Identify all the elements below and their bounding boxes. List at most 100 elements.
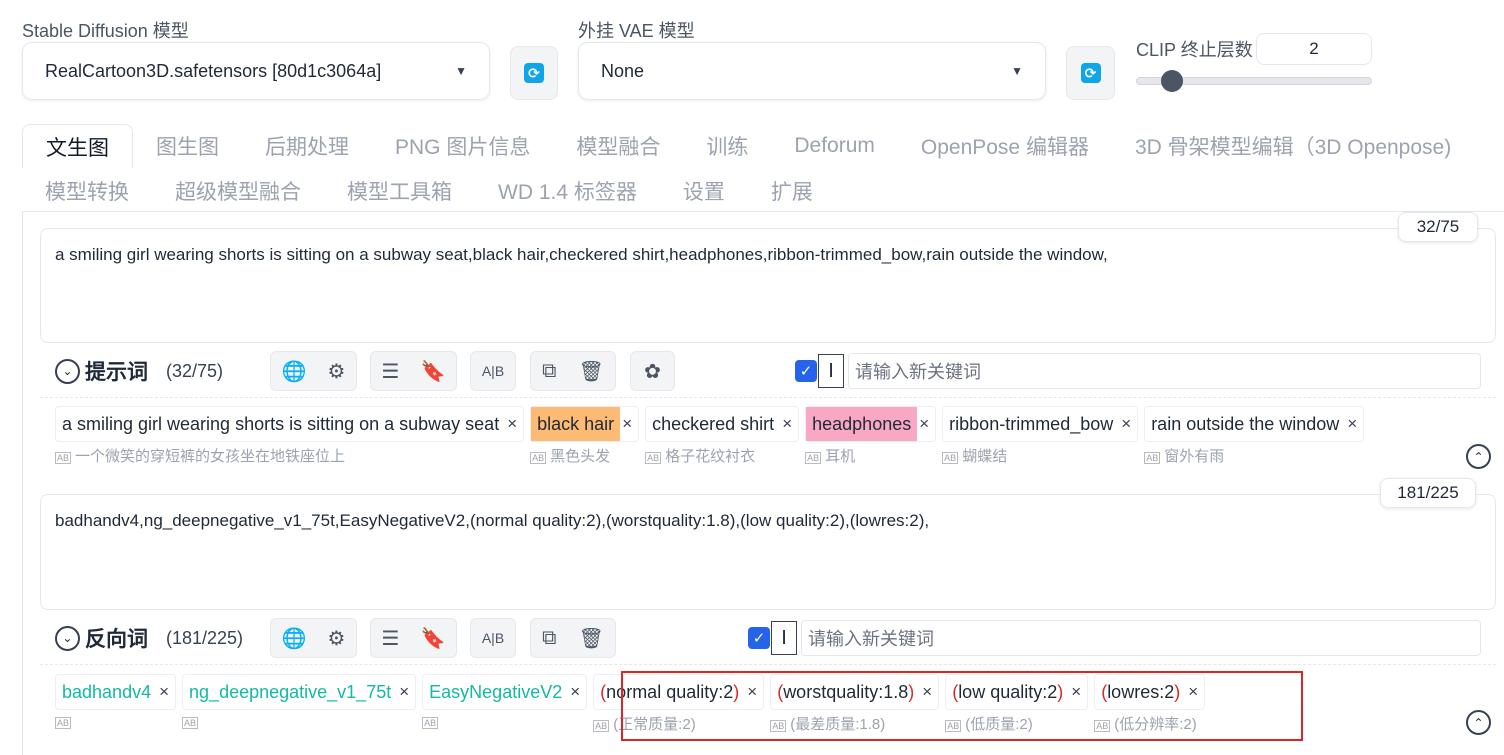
highlight-box <box>621 671 1303 741</box>
tag-chip[interactable]: a smiling girl wearing shorts is sitting… <box>55 406 525 442</box>
checkbox[interactable]: ✓ <box>795 360 817 382</box>
globe-icon[interactable]: 🌐 <box>282 626 307 651</box>
tab-3[interactable]: PNG 图片信息 <box>372 124 553 168</box>
trash-icon[interactable]: 🗑 <box>579 626 604 651</box>
vae-label: 外挂 VAE 模型 <box>578 21 695 41</box>
tag-chip[interactable]: checkered shirt × <box>645 406 800 442</box>
tab-7[interactable]: OpenPose 编辑器 <box>898 124 1112 168</box>
translation-text: 耳机 <box>825 448 856 465</box>
tag-text[interactable]: ng_deepnegative_v1_75t <box>183 675 397 709</box>
new-keyword-input[interactable]: 请输入新关键词 <box>801 620 1481 656</box>
text-cursor-icon[interactable]: I <box>818 354 844 388</box>
sd-model-label: Stable Diffusion 模型 <box>22 21 189 41</box>
tag-chip[interactable]: black hair × <box>530 406 640 442</box>
tag-text[interactable]: a smiling girl wearing shorts is sitting… <box>56 407 505 441</box>
prompt-textarea[interactable]: a smiling girl wearing shorts is sitting… <box>40 228 1496 343</box>
translate-icon: AB <box>593 720 610 732</box>
tag-translation: AB 格子花纹衬衣 <box>645 445 799 466</box>
bookmark-icon[interactable]: 🔖 <box>421 626 446 651</box>
bookmark-icon[interactable]: 🔖 <box>421 359 446 384</box>
gear-icon[interactable]: ⚙ <box>328 359 346 384</box>
prompt-tags: a smiling girl wearing shorts is sitting… <box>55 406 1365 466</box>
remove-tag-icon[interactable]: × <box>917 414 935 434</box>
tag-text[interactable]: EasyNegativeV2 <box>423 675 568 709</box>
negative-token-counter: 181/225 <box>1380 478 1476 508</box>
tag-text[interactable]: headphones <box>806 407 918 441</box>
collapse-icon[interactable]: ⌄ <box>55 358 80 384</box>
translate-icon: AB <box>1144 452 1161 464</box>
remove-tag-icon[interactable]: × <box>1119 414 1137 434</box>
tag-text[interactable]: badhandv4 <box>56 675 157 709</box>
refresh-sd-model-button[interactable]: ⟳ <box>510 46 558 100</box>
copy-icon[interactable]: ⧉ <box>542 360 556 383</box>
translate-button[interactable]: A|B <box>470 351 516 391</box>
remove-tag-icon[interactable]: × <box>780 414 798 434</box>
tab-1[interactable]: 图生图 <box>133 124 242 168</box>
tag-chip[interactable]: ribbon-trimmed_bow × <box>942 406 1139 442</box>
tool-group-1: 🌐 ⚙ <box>270 351 357 391</box>
gear-icon[interactable]: ⚙ <box>328 626 346 651</box>
remove-tag-icon[interactable]: × <box>568 682 586 702</box>
tag-text[interactable]: black hair <box>531 407 621 441</box>
vae-dropdown[interactable]: None ▼ <box>578 42 1046 100</box>
tag-chip[interactable]: headphones × <box>805 406 937 442</box>
remove-tag-icon[interactable]: × <box>157 682 175 702</box>
tab2-0[interactable]: 模型转换 <box>22 169 152 213</box>
globe-icon[interactable]: 🌐 <box>282 359 307 384</box>
tab2-3[interactable]: WD 1.4 标签器 <box>475 169 660 213</box>
openai-button[interactable]: ✿ <box>630 351 675 391</box>
tab-6[interactable]: Deforum <box>771 124 898 168</box>
collapse-icon[interactable]: ⌄ <box>55 625 80 651</box>
chevron-down-icon: ▼ <box>455 64 467 78</box>
slider-thumb[interactable] <box>1160 70 1183 92</box>
tag-translation: AB 一个微笑的穿短裤的女孩坐在地铁座位上 <box>55 445 524 466</box>
tag-chip[interactable]: badhandv4 × <box>55 674 177 710</box>
new-keyword-input[interactable]: 请输入新关键词 <box>848 353 1481 389</box>
clip-slider[interactable] <box>1136 70 1372 92</box>
clip-value-input[interactable]: 2 <box>1256 33 1372 65</box>
remove-tag-icon[interactable]: × <box>1345 414 1363 434</box>
tag-text[interactable]: checkered shirt <box>646 407 780 441</box>
prompt-toolbar: ⌄ 提示词 (32/75) 🌐 ⚙ ☰ 🔖 A|B ⧉ 🗑 ✿ ✓ I 请输入新关键词 <box>55 351 1485 391</box>
tag-item: headphones × AB 耳机 <box>805 406 937 466</box>
remove-tag-icon[interactable]: × <box>397 682 415 702</box>
history-icon[interactable]: ☰ <box>382 359 400 384</box>
tag-chip[interactable]: ng_deepnegative_v1_75t × <box>182 674 417 710</box>
tab-4[interactable]: 模型融合 <box>553 124 683 168</box>
tab-5[interactable]: 训练 <box>683 124 771 168</box>
translate-icon: AB <box>182 717 199 729</box>
tag-item: ng_deepnegative_v1_75t × AB <box>182 674 417 734</box>
tag-translation: AB <box>55 713 176 730</box>
tab2-2[interactable]: 模型工具箱 <box>324 169 475 213</box>
tab2-5[interactable]: 扩展 <box>748 169 836 213</box>
translate-button[interactable]: A|B <box>470 618 516 658</box>
expand-icon[interactable]: ⌃ <box>1466 710 1491 735</box>
prompt-title: 提示词 <box>85 361 148 384</box>
tab-2[interactable]: 后期处理 <box>242 124 372 168</box>
expand-icon[interactable]: ⌃ <box>1466 444 1491 469</box>
tab2-4[interactable]: 设置 <box>660 169 748 213</box>
copy-icon[interactable]: ⧉ <box>542 627 556 650</box>
remove-tag-icon[interactable]: × <box>620 414 638 434</box>
tag-text[interactable]: ribbon-trimmed_bow <box>943 407 1119 441</box>
translate-icon: AB <box>530 452 547 464</box>
refresh-vae-button[interactable]: ⟳ <box>1066 46 1115 100</box>
translate-icon: AB <box>55 452 72 464</box>
translation-text: 窗外有雨 <box>1164 448 1225 465</box>
trash-icon[interactable]: 🗑 <box>579 359 604 384</box>
tag-text[interactable]: rain outside the window <box>1145 407 1345 441</box>
tag-chip[interactable]: rain outside the window × <box>1144 406 1365 442</box>
tool-group-1: 🌐 ⚙ <box>270 618 357 658</box>
translate-icon: AB <box>55 717 72 729</box>
checkbox[interactable]: ✓ <box>748 627 770 649</box>
tab2-1[interactable]: 超级模型融合 <box>152 169 324 213</box>
tag-chip[interactable]: EasyNegativeV2 × <box>422 674 588 710</box>
tab-0[interactable]: 文生图 <box>22 124 133 168</box>
remove-tag-icon[interactable]: × <box>505 414 523 434</box>
history-icon[interactable]: ☰ <box>382 626 400 651</box>
translation-text: 黑色头发 <box>550 448 611 465</box>
sd-model-dropdown[interactable]: RealCartoon3D.safetensors [80d1c3064a] ▼ <box>22 42 490 100</box>
negative-textarea[interactable]: badhandv4,ng_deepnegative_v1_75t,EasyNeg… <box>40 494 1496 610</box>
tab-8[interactable]: 3D 骨架模型编辑（3D Openpose) <box>1112 124 1474 168</box>
text-cursor-icon[interactable]: I <box>771 621 797 655</box>
